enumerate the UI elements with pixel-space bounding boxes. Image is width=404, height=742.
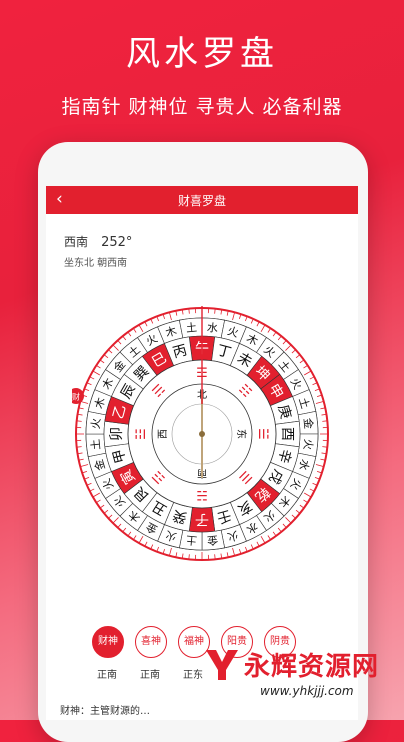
cardinal-label: 东 [235,429,248,439]
outer-ring-label: 土 [89,438,103,450]
promo-tagline: 指南针 财神位 寻贵人 必备利器 [0,92,404,119]
compass-dial[interactable]: 水火木火土火土金火水火木火水火金土火金木火火金土火木木金土火木土午丁未坤申庚酉辛… [72,304,332,564]
direction-degree: 252° [101,235,132,250]
footer-note: 财神：主管财源的… [60,702,150,717]
direction-readout: 西南 252° [64,231,132,250]
watermark-brand: 永辉资源网 [244,646,379,683]
compass-tick [215,554,216,559]
watermark-logo-icon [202,644,242,684]
needle-pivot [199,431,205,437]
cardinal-label: 西 [158,429,169,439]
outer-ring-label: 火 [89,417,103,429]
trigram-symbol: ☱ [255,428,270,440]
direction-detail: 坐东北 朝西南 [64,254,127,269]
outer-ring-label: 土 [185,321,197,335]
app-bar: ‹ 财喜罗盘 [46,186,358,214]
outer-ring-label: 水 [206,321,218,335]
compass-svg: 水火木火土火土金火水火木火水火金土火金木火火金土火木木金土火木土午丁未坤申庚酉辛… [72,304,332,564]
mountain-label: 子 [195,511,209,527]
marker-sub-1: 正南 [130,666,170,681]
compass-tick [189,309,190,314]
direction-name: 西南 [64,235,88,249]
mountain-label: 卯 [109,427,125,441]
compass-tick [322,421,327,422]
compass-tick [215,309,216,314]
page-title: 财喜罗盘 [46,192,358,209]
compass-tick [77,421,82,422]
watermark-url: www.yhkjjj.com [260,684,354,698]
marker-1[interactable]: 喜神 [135,626,167,658]
compass-tick [322,447,327,448]
outer-ring-label: 金 [206,533,218,548]
outer-ring-label: 火 [301,438,315,450]
marker-0[interactable]: 财神 [92,626,124,658]
promo-headline: 风水罗盘 [0,26,404,75]
compass-tick [189,554,190,559]
side-marker-label: 财 [72,392,80,402]
mountain-label: 酉 [279,427,295,441]
marker-sub-0: 正南 [87,666,127,681]
outer-ring-label: 金 [301,417,316,429]
outer-ring-label: 土 [185,533,197,547]
trigram-symbol: ☵ [196,487,208,502]
trigram-symbol: ☳ [134,428,149,440]
compass-tick [77,447,82,448]
watermark: 永辉资源网 www.yhkjjj.com [200,640,404,720]
